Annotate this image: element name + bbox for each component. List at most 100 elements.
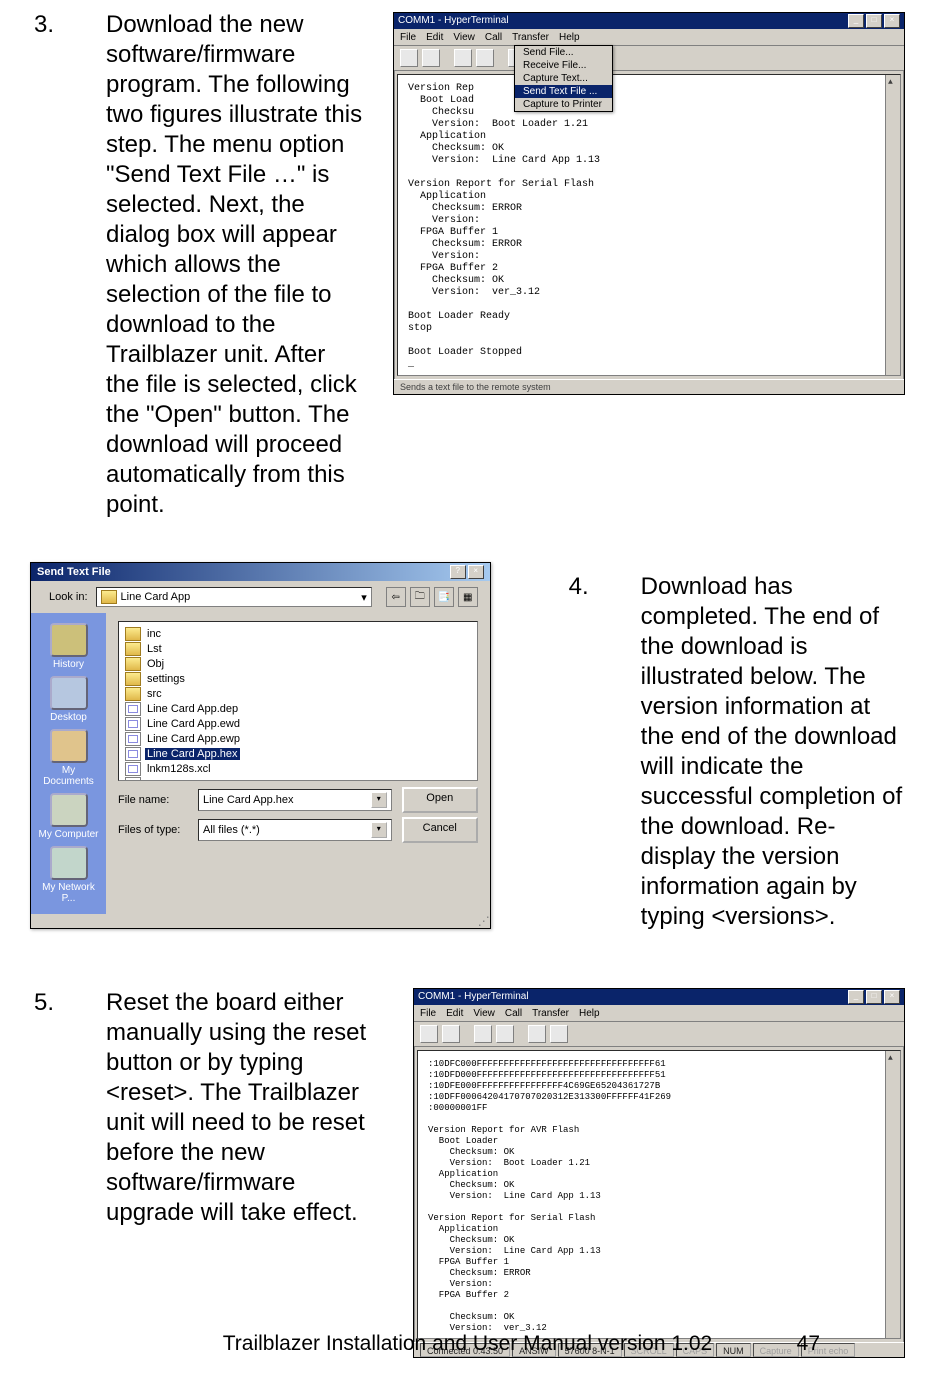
close-icon[interactable]: ×	[468, 565, 484, 579]
scrollbar[interactable]	[885, 75, 900, 375]
menu-receive-file[interactable]: Receive File...	[515, 59, 612, 72]
toolbar-icon[interactable]	[422, 49, 440, 67]
close-icon[interactable]: ×	[884, 990, 900, 1004]
list-item[interactable]: Obj	[125, 656, 471, 671]
file-icon	[125, 732, 141, 746]
new-folder-icon[interactable]: 📑	[434, 587, 454, 607]
lookin-row: Look in: Line Card App ▾ ⇦ 🗀 📑 ▦	[31, 581, 490, 607]
file-list[interactable]: inc Lst Obj settings src Line Card App.d…	[118, 621, 478, 781]
folder-icon	[101, 590, 117, 604]
place-history[interactable]: History	[39, 623, 99, 670]
filetype-row: Files of type: All files (*.*)▾ Cancel	[118, 817, 478, 843]
network-icon	[50, 846, 88, 880]
history-icon	[50, 623, 88, 657]
menu-capture-text[interactable]: Capture Text...	[515, 72, 612, 85]
list-item[interactable]: Lst	[125, 641, 471, 656]
file-icon	[125, 762, 141, 776]
chevron-down-icon[interactable]: ▾	[371, 822, 387, 838]
place-desktop[interactable]: Desktop	[39, 676, 99, 723]
list-item[interactable]: Line Card App.dep	[125, 701, 471, 716]
computer-icon	[50, 793, 88, 827]
terminal-text: :10DFC000FFFFFFFFFFFFFFFFFFFFFFFFFFFFFFF…	[428, 1059, 671, 1333]
list-item[interactable]: lnkm128s.xcl	[125, 761, 471, 776]
minimize-icon[interactable]: _	[848, 990, 864, 1004]
list-item[interactable]: vssver.scc	[125, 776, 471, 781]
chevron-down-icon[interactable]: ▾	[371, 792, 387, 808]
back-icon[interactable]: ⇦	[386, 587, 406, 607]
toolbar-icon[interactable]	[474, 1025, 492, 1043]
menu-help[interactable]: Help	[579, 1008, 600, 1019]
lookin-combobox[interactable]: Line Card App ▾	[96, 587, 372, 607]
menu-send-text-file[interactable]: Send Text File ...	[515, 85, 612, 98]
list-item[interactable]: src	[125, 686, 471, 701]
chevron-down-icon[interactable]: ▾	[361, 591, 367, 604]
toolbar-icon[interactable]	[476, 49, 494, 67]
menu-help[interactable]: Help	[559, 32, 580, 43]
send-text-file-dialog: Send Text File ? × Look in: Line Card Ap…	[30, 562, 491, 929]
place-my-computer[interactable]: My Computer	[39, 793, 99, 840]
terminal-output: :10DFC000FFFFFFFFFFFFFFFFFFFFFFFFFFFFFFF…	[417, 1050, 901, 1339]
step-5-row: 5. Reset the board either manually using…	[30, 988, 905, 1358]
documents-icon	[50, 729, 88, 763]
toolbar	[394, 46, 904, 71]
toolbar-icon[interactable]	[496, 1025, 514, 1043]
menu-edit[interactable]: Edit	[446, 1008, 463, 1019]
hyperterminal-screenshot-1: COMM1 - HyperTerminal _ □ × File Edit Vi…	[393, 12, 905, 395]
list-item-selected[interactable]: Line Card App.hex	[125, 746, 471, 761]
lookin-value: Line Card App	[121, 591, 191, 603]
menubar: File Edit View Call Transfer Help	[414, 1005, 904, 1022]
file-icon	[125, 717, 141, 731]
menu-call[interactable]: Call	[485, 32, 502, 43]
filename-label: File name:	[118, 794, 188, 806]
window-controls: _ □ ×	[848, 14, 900, 28]
toolbar-icon[interactable]	[400, 49, 418, 67]
folder-icon	[125, 657, 141, 671]
dialog-nav-toolbar: ⇦ 🗀 📑 ▦	[386, 587, 478, 607]
scrollbar[interactable]	[885, 1051, 900, 1338]
filetype-select[interactable]: All files (*.*)▾	[198, 819, 392, 841]
list-item[interactable]: inc	[125, 626, 471, 641]
dialog-body: History Desktop My Documents My Computer…	[31, 613, 490, 914]
up-folder-icon[interactable]: 🗀	[410, 587, 430, 607]
step-4-row: Send Text File ? × Look in: Line Card Ap…	[30, 544, 905, 932]
folder-icon	[125, 627, 141, 641]
maximize-icon[interactable]: □	[866, 990, 882, 1004]
menu-view[interactable]: View	[473, 1008, 495, 1019]
toolbar-icon[interactable]	[442, 1025, 460, 1043]
file-icon	[125, 777, 141, 782]
toolbar-icon[interactable]	[454, 49, 472, 67]
list-item[interactable]: Line Card App.ewd	[125, 716, 471, 731]
cancel-button[interactable]: Cancel	[402, 817, 478, 843]
views-icon[interactable]: ▦	[458, 587, 478, 607]
toolbar-icon[interactable]	[420, 1025, 438, 1043]
toolbar	[414, 1022, 904, 1047]
window-titlebar: COMM1 - HyperTerminal _ □ ×	[394, 13, 904, 29]
menu-edit[interactable]: Edit	[426, 32, 443, 43]
filename-input[interactable]: Line Card App.hex▾	[198, 789, 392, 811]
menu-transfer[interactable]: Transfer	[512, 32, 549, 43]
help-icon[interactable]: ?	[450, 565, 466, 579]
places-bar: History Desktop My Documents My Computer…	[31, 613, 106, 914]
maximize-icon[interactable]: □	[866, 14, 882, 28]
toolbar-icon[interactable]	[528, 1025, 546, 1043]
open-button[interactable]: Open	[402, 787, 478, 813]
minimize-icon[interactable]: _	[848, 14, 864, 28]
close-icon[interactable]: ×	[884, 14, 900, 28]
list-item[interactable]: settings	[125, 671, 471, 686]
menu-transfer[interactable]: Transfer	[532, 1008, 569, 1019]
list-item[interactable]: Line Card App.ewp	[125, 731, 471, 746]
toolbar-icon[interactable]	[550, 1025, 568, 1043]
resize-grip-icon[interactable]: ⋰	[31, 914, 490, 928]
menu-capture-printer[interactable]: Capture to Printer	[515, 98, 612, 111]
dialog-titlebar: Send Text File ? ×	[31, 563, 490, 581]
dialog-right-pane: inc Lst Obj settings src Line Card App.d…	[106, 613, 490, 914]
menu-view[interactable]: View	[453, 32, 475, 43]
step-5-text: Reset the board either manually using th…	[106, 988, 385, 1228]
menu-file[interactable]: File	[420, 1008, 436, 1019]
menu-call[interactable]: Call	[505, 1008, 522, 1019]
page-number: 47	[797, 1332, 820, 1356]
menu-send-file[interactable]: Send File...	[515, 46, 612, 59]
place-my-network[interactable]: My Network P...	[39, 846, 99, 904]
place-my-documents[interactable]: My Documents	[39, 729, 99, 787]
menu-file[interactable]: File	[400, 32, 416, 43]
